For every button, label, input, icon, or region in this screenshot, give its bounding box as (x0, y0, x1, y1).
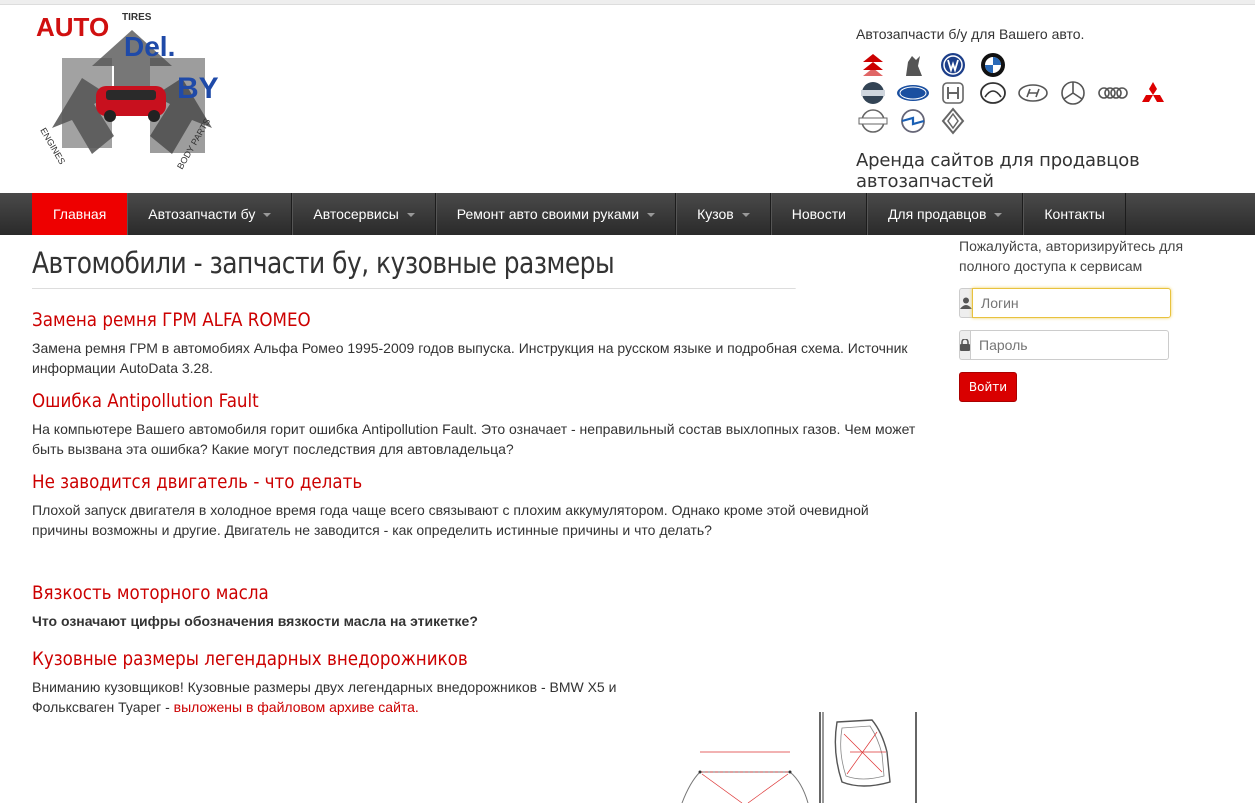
article-text: Плохой запуск двигателя в холодное время… (32, 502, 869, 538)
login-input[interactable] (972, 288, 1171, 318)
chevron-down-icon (263, 213, 272, 217)
article-text: На компьютере Вашего автомобиля горит ош… (32, 421, 916, 457)
nav-label: Ремонт авто своими руками (456, 206, 640, 222)
article-timing-belt: Замена ремня ГРМ ALFA ROMEO Замена ремня… (32, 309, 920, 378)
sidebar-login: Пожалуйста, авторизируйтесь для полного … (959, 236, 1219, 402)
lock-icon (959, 330, 970, 360)
nav-label: Кузов (697, 206, 734, 222)
renault-icon[interactable] (936, 107, 970, 135)
nav-item-contacts[interactable]: Контакты (1023, 193, 1126, 235)
opel-icon[interactable] (896, 108, 930, 134)
article-title[interactable]: Замена ремня ГРМ ALFA ROMEO (32, 309, 813, 331)
mazda-icon[interactable] (976, 80, 1010, 106)
nav-label: Контакты (1044, 206, 1105, 222)
article-title[interactable]: Ошибка Antipollution Fault (32, 390, 813, 412)
peugeot-icon[interactable] (896, 52, 930, 78)
hyundai-icon[interactable] (1016, 80, 1050, 106)
article-body-dimensions: Кузовные размеры легендарных внедорожник… (32, 648, 632, 717)
article-title[interactable]: Кузовные размеры легендарных внедорожник… (32, 648, 560, 670)
ford-icon[interactable] (896, 80, 930, 106)
logo-word-auto: AUTO (36, 12, 109, 42)
chevron-down-icon (406, 213, 415, 217)
article-oil-viscosity: Вязкость моторного масла Что означают ци… (32, 582, 920, 631)
main-navbar: Главная Автозапчасти бу Автосервисы Ремо… (0, 193, 1255, 235)
nav-label: Главная (53, 206, 107, 222)
site-logo[interactable]: AUTO Del. BY TIRES ENGINES BODY PARTS (32, 8, 232, 176)
nav-item-diy-repair[interactable]: Ремонт авто своими руками (435, 193, 677, 235)
rent-sites-heading[interactable]: Аренда сайтов для продавцов автозапчасте… (856, 150, 1255, 192)
main-menu: Главная Автозапчасти бу Автосервисы Ремо… (32, 193, 1126, 235)
nav-label: Для продавцов (887, 206, 987, 222)
volvo-icon[interactable] (856, 80, 890, 106)
login-note: Пожалуйста, авторизируйтесь для полного … (959, 238, 1184, 274)
article-antipollution: Ошибка Antipollution Fault На компьютере… (32, 390, 920, 459)
browser-top-edge (0, 0, 1255, 5)
article-engine-start: Не заводится двигатель - что делать Плох… (32, 471, 920, 540)
citroen-icon[interactable] (856, 52, 890, 78)
chevron-down-icon (994, 213, 1003, 217)
bmw-icon[interactable] (976, 52, 1010, 78)
nav-item-used-parts[interactable]: Автозапчасти бу (127, 193, 293, 235)
nav-item-news[interactable]: Новости (770, 193, 867, 235)
article-text: Что означают цифры обозначения вязкости … (32, 613, 478, 629)
nav-label: Новости (791, 206, 846, 222)
archive-link[interactable]: выложены в файловом архиве сайта. (174, 699, 419, 715)
logo-tires: TIRES (122, 12, 152, 23)
article-text: Вниманию кузовщиков! Кузовные размеры дв… (32, 677, 632, 717)
mercedes-icon[interactable] (1056, 80, 1090, 106)
chevron-down-icon (647, 213, 656, 217)
mitsubishi-icon[interactable] (1136, 80, 1170, 106)
logo-word-del: Del. (124, 31, 175, 62)
audi-icon[interactable] (1096, 80, 1130, 106)
main-content: Автомобили - запчасти бу, кузовные разме… (32, 240, 920, 717)
password-input[interactable] (970, 330, 1169, 360)
article-title[interactable]: Не заводится двигатель - что делать (32, 471, 813, 493)
article-text: Замена ремня ГРМ в автомобиях Альфа Роме… (32, 340, 908, 376)
password-field (959, 330, 1169, 360)
logo-word-by: BY (177, 72, 219, 105)
honda-icon[interactable] (936, 80, 970, 106)
body-dimensions-drawing[interactable] (672, 712, 920, 804)
nissan-icon[interactable] (856, 108, 890, 134)
login-field (959, 288, 1171, 318)
nav-item-body[interactable]: Кузов (676, 193, 771, 235)
page-title: Автомобили - запчасти бу, кузовные разме… (32, 246, 796, 289)
nav-item-for-sellers[interactable]: Для продавцов (866, 193, 1024, 235)
user-icon (959, 288, 972, 318)
nav-label: Автозапчасти бу (148, 206, 256, 222)
nav-label: Автосервисы (313, 206, 399, 222)
site-tagline: Автозапчасти б/у для Вашего авто. (856, 26, 1085, 42)
article-title[interactable]: Вязкость моторного масла (32, 582, 813, 604)
chevron-down-icon (741, 213, 750, 217)
brand-logos (856, 52, 1176, 136)
login-button[interactable]: Войти (959, 372, 1017, 402)
volkswagen-icon[interactable] (936, 52, 970, 78)
nav-item-home[interactable]: Главная (32, 193, 128, 235)
nav-item-autoservices[interactable]: Автосервисы (292, 193, 436, 235)
